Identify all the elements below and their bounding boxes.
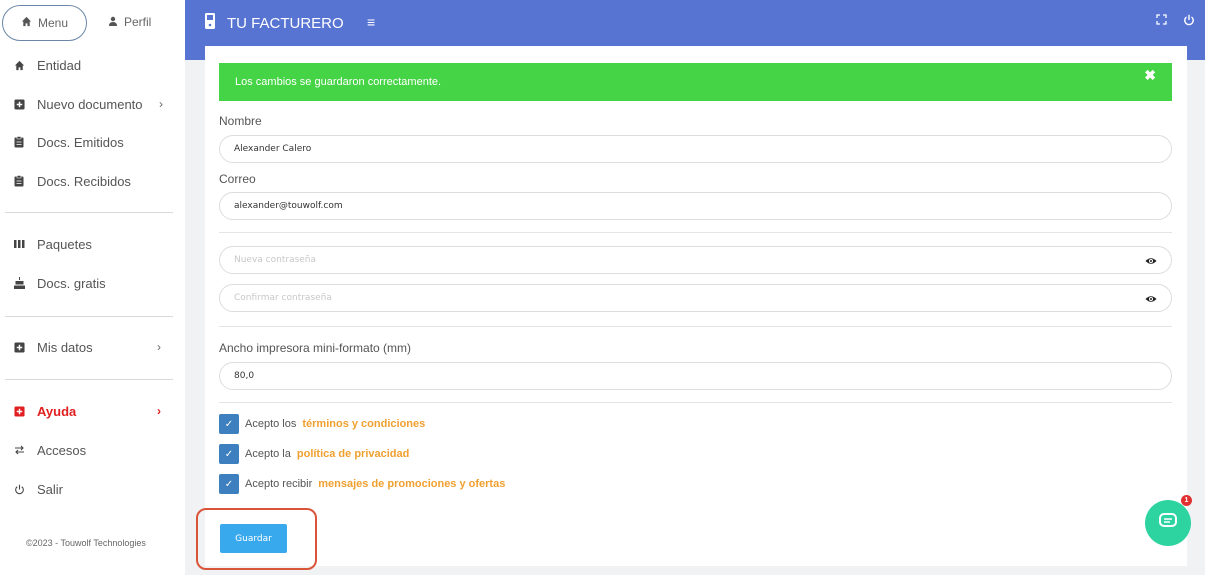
sidebar-item-salir[interactable]: Salir: [13, 478, 173, 500]
chevron-right-icon: ›: [157, 404, 161, 418]
sidebar-item-docs-gratis[interactable]: Docs. gratis: [13, 272, 173, 294]
nueva-contrasena-field[interactable]: Nueva contraseña: [219, 246, 1172, 274]
user-icon: [108, 15, 118, 29]
sidebar-item-label: Paquetes: [37, 236, 92, 252]
perfil-tab[interactable]: Perfil: [108, 15, 151, 29]
form-divider: [219, 326, 1172, 327]
plus-square-icon: [13, 341, 25, 353]
swap-icon: [13, 444, 25, 456]
terms-link[interactable]: términos y condiciones: [302, 418, 425, 430]
clipboard-icon: [13, 175, 25, 187]
home-icon: [13, 59, 25, 71]
plus-square-icon: [13, 98, 25, 110]
topbar: TU FACTURERO ≡: [185, 0, 1205, 46]
power-icon: [13, 483, 25, 495]
app-brand: TU FACTURERO: [205, 13, 344, 33]
save-button[interactable]: Guardar: [220, 524, 287, 553]
promos-link[interactable]: mensajes de promociones y ofertas: [318, 478, 505, 490]
sidebar: Menu Perfil Entidad Nuevo documento › Do…: [0, 0, 185, 575]
privacy-checkbox-row: ✓ Acepto la política de privacidad: [219, 444, 409, 464]
ancho-field[interactable]: 80,0: [219, 362, 1172, 390]
menu-tab-label: Menu: [37, 16, 69, 30]
terms-checkbox[interactable]: ✓: [219, 414, 239, 434]
sidebar-item-ayuda[interactable]: Ayuda ›: [13, 400, 173, 422]
sidebar-item-label: Mis datos: [37, 339, 93, 355]
success-alert: Los cambios se guardaron correctamente. …: [219, 63, 1172, 101]
sidebar-item-entidad[interactable]: Entidad: [13, 54, 173, 76]
promos-checkbox-row: ✓ Acepto recibir mensajes de promociones…: [219, 474, 505, 494]
eye-icon[interactable]: [1145, 255, 1157, 267]
hamburger-icon[interactable]: ≡: [367, 14, 375, 30]
sidebar-item-label: Salir: [37, 481, 64, 497]
sidebar-divider: [5, 379, 173, 380]
home-icon: [21, 16, 32, 30]
power-icon[interactable]: [1183, 14, 1195, 29]
alert-message: Los cambios se guardaron correctamente.: [235, 76, 442, 88]
profile-form-card: Los cambios se guardaron correctamente. …: [205, 46, 1187, 566]
confirmar-contrasena-placeholder: Confirmar contraseña: [234, 293, 332, 303]
promos-prefix: Acepto recibir: [245, 478, 313, 490]
chevron-right-icon: ›: [157, 340, 161, 354]
app-logo-icon: [205, 13, 215, 33]
sidebar-item-paquetes[interactable]: Paquetes: [13, 233, 173, 255]
sidebar-item-label: Docs. Recibidos: [37, 173, 131, 189]
promos-checkbox[interactable]: ✓: [219, 474, 239, 494]
chat-button[interactable]: [1145, 500, 1191, 546]
form-divider: [219, 232, 1172, 233]
sidebar-item-label: Accesos: [37, 442, 87, 458]
ancho-label: Ancho impresora mini-formato (mm): [219, 341, 412, 355]
chat-notification-badge: 1: [1181, 495, 1192, 506]
sidebar-item-label: Entidad: [37, 57, 82, 73]
sidebar-item-mis-datos[interactable]: Mis datos ›: [13, 336, 173, 358]
chat-icon: [1159, 512, 1177, 534]
sidebar-item-label: Nuevo documento: [37, 96, 143, 112]
sidebar-divider: [5, 316, 173, 317]
sidebar-item-docs-emitidos[interactable]: Docs. Emitidos: [13, 131, 173, 153]
privacy-checkbox[interactable]: ✓: [219, 444, 239, 464]
terms-prefix: Acepto los: [245, 418, 297, 430]
sidebar-header: Menu Perfil: [0, 0, 185, 46]
topbar-actions: [1156, 14, 1195, 29]
sidebar-item-label: Ayuda: [37, 403, 77, 419]
expand-icon[interactable]: [1156, 14, 1167, 29]
form-divider: [219, 402, 1172, 403]
sidebar-item-nuevo-documento[interactable]: Nuevo documento ›: [13, 93, 173, 115]
plus-square-icon: [13, 405, 25, 417]
sidebar-item-label: Docs. gratis: [37, 275, 106, 291]
perfil-tab-label: Perfil: [124, 15, 152, 29]
clipboard-icon: [13, 136, 25, 148]
privacy-prefix: Acepto la: [245, 448, 291, 460]
nombre-field[interactable]: Alexander Calero: [219, 135, 1172, 163]
app-title: TU FACTURERO: [227, 14, 344, 32]
confirmar-contrasena-field[interactable]: Confirmar contraseña: [219, 284, 1172, 312]
copyright: ©2023 - Touwolf Technologies: [26, 538, 146, 548]
terms-checkbox-row: ✓ Acepto los términos y condiciones: [219, 414, 425, 434]
sidebar-item-label: Docs. Emitidos: [37, 134, 124, 150]
bars-icon: [13, 238, 25, 250]
menu-tab[interactable]: Menu: [2, 5, 87, 41]
close-icon[interactable]: ✖: [1144, 67, 1156, 84]
sidebar-item-docs-recibidos[interactable]: Docs. Recibidos: [13, 170, 173, 192]
eye-icon[interactable]: [1145, 293, 1157, 305]
sidebar-item-accesos[interactable]: Accesos: [13, 439, 173, 461]
nombre-label: Nombre: [219, 114, 262, 128]
chevron-right-icon: ›: [159, 97, 163, 111]
correo-label: Correo: [219, 172, 256, 186]
privacy-link[interactable]: política de privacidad: [297, 448, 409, 460]
sidebar-divider: [5, 212, 173, 213]
cake-icon: [13, 277, 25, 289]
correo-field[interactable]: alexander@touwolf.com: [219, 192, 1172, 220]
nueva-contrasena-placeholder: Nueva contraseña: [234, 255, 317, 265]
